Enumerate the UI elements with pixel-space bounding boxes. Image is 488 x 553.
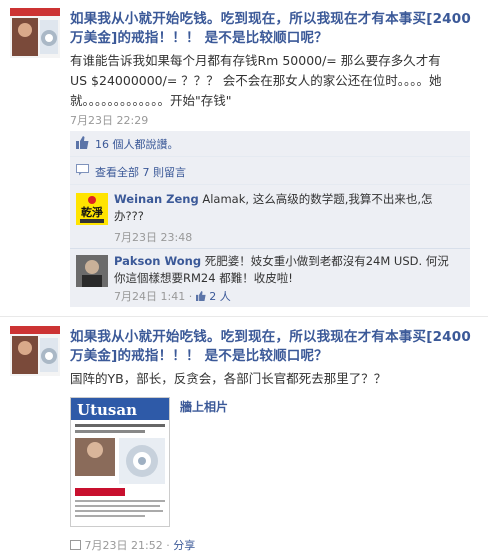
newspaper-photo[interactable]: Utusan [70,397,170,527]
comment-bubble-icon [76,164,89,179]
post-1-body: 有谁能告诉我如果每个月都有存钱Rm 50000/= 那么要存多久才有US $24… [70,53,442,108]
like-thumb-icon[interactable] [195,291,206,304]
post-1-avatar[interactable] [10,8,60,58]
commenter-avatar[interactable]: 乾淨 [76,193,108,225]
newspaper-masthead: Utusan [77,401,137,419]
post-2-title[interactable]: 如果我从小就开始吃钱。吃到现在，所以我现在才有本事买[2400万美金]的戒指！！… [70,328,475,366]
post-divider [0,316,488,317]
post-1-timestamp[interactable]: 7月23日 22:29 [70,112,148,128]
likes-row: 16 個人都說讚。 [70,131,470,155]
like-thumb-icon [76,136,89,152]
comment-item: 乾淨 Weinan Zeng Alamak, 这么高级的数学题,我算不出来也,怎… [70,185,470,247]
comment-text: Weinan Zeng Alamak, 这么高级的数学题,我算不出来也,怎办??… [114,191,454,225]
post-1-feedback: 16 個人都說讚。 查看全部 7 則留言 乾淨 Weinan Zeng Alam… [70,131,470,307]
post-2-body: 国阵的YB，部长，反贪会，各部门长官都死去那里了？？ [70,371,387,386]
wall-photos-link[interactable]: 牆上相片 [180,398,228,415]
commenter-avatar[interactable] [76,255,108,287]
commenter-name[interactable]: Weinan Zeng [114,192,199,206]
comment-timestamp[interactable]: 7月23日 23:48 [114,229,192,245]
post-2-avatar[interactable] [10,326,60,376]
view-all-comments-row[interactable]: 查看全部 7 則留言 [70,157,470,183]
comment-text: Pakson Wong 死肥婆！妓女重小做到老都沒有24M USD. 何況你這個… [114,253,454,287]
avatar-lettering: 乾淨 [81,205,103,219]
post-1-title[interactable]: 如果我从小就开始吃钱。吃到现在，所以我现在才有本事买[2400万美金]的戒指！！… [70,10,475,48]
meta-separator: · [188,290,193,303]
share-icon [70,540,81,553]
likes-count-link[interactable]: 16 個人都說讚。 [95,136,179,152]
view-all-comments-link[interactable]: 查看全部 7 則留言 [95,164,186,180]
comment-timestamp[interactable]: 7月24日 1:41 [114,290,185,303]
comment-item: Pakson Wong 死肥婆！妓女重小做到老都沒有24M USD. 何況你這個… [70,249,470,307]
comment-likes-link[interactable]: 2 人 [209,290,231,303]
commenter-name[interactable]: Pakson Wong [114,254,201,268]
comment-meta: 7月24日 1:41 · 2 人 [114,288,231,304]
post-2-meta: 7月23日 21:52 · 分享 [70,537,195,553]
